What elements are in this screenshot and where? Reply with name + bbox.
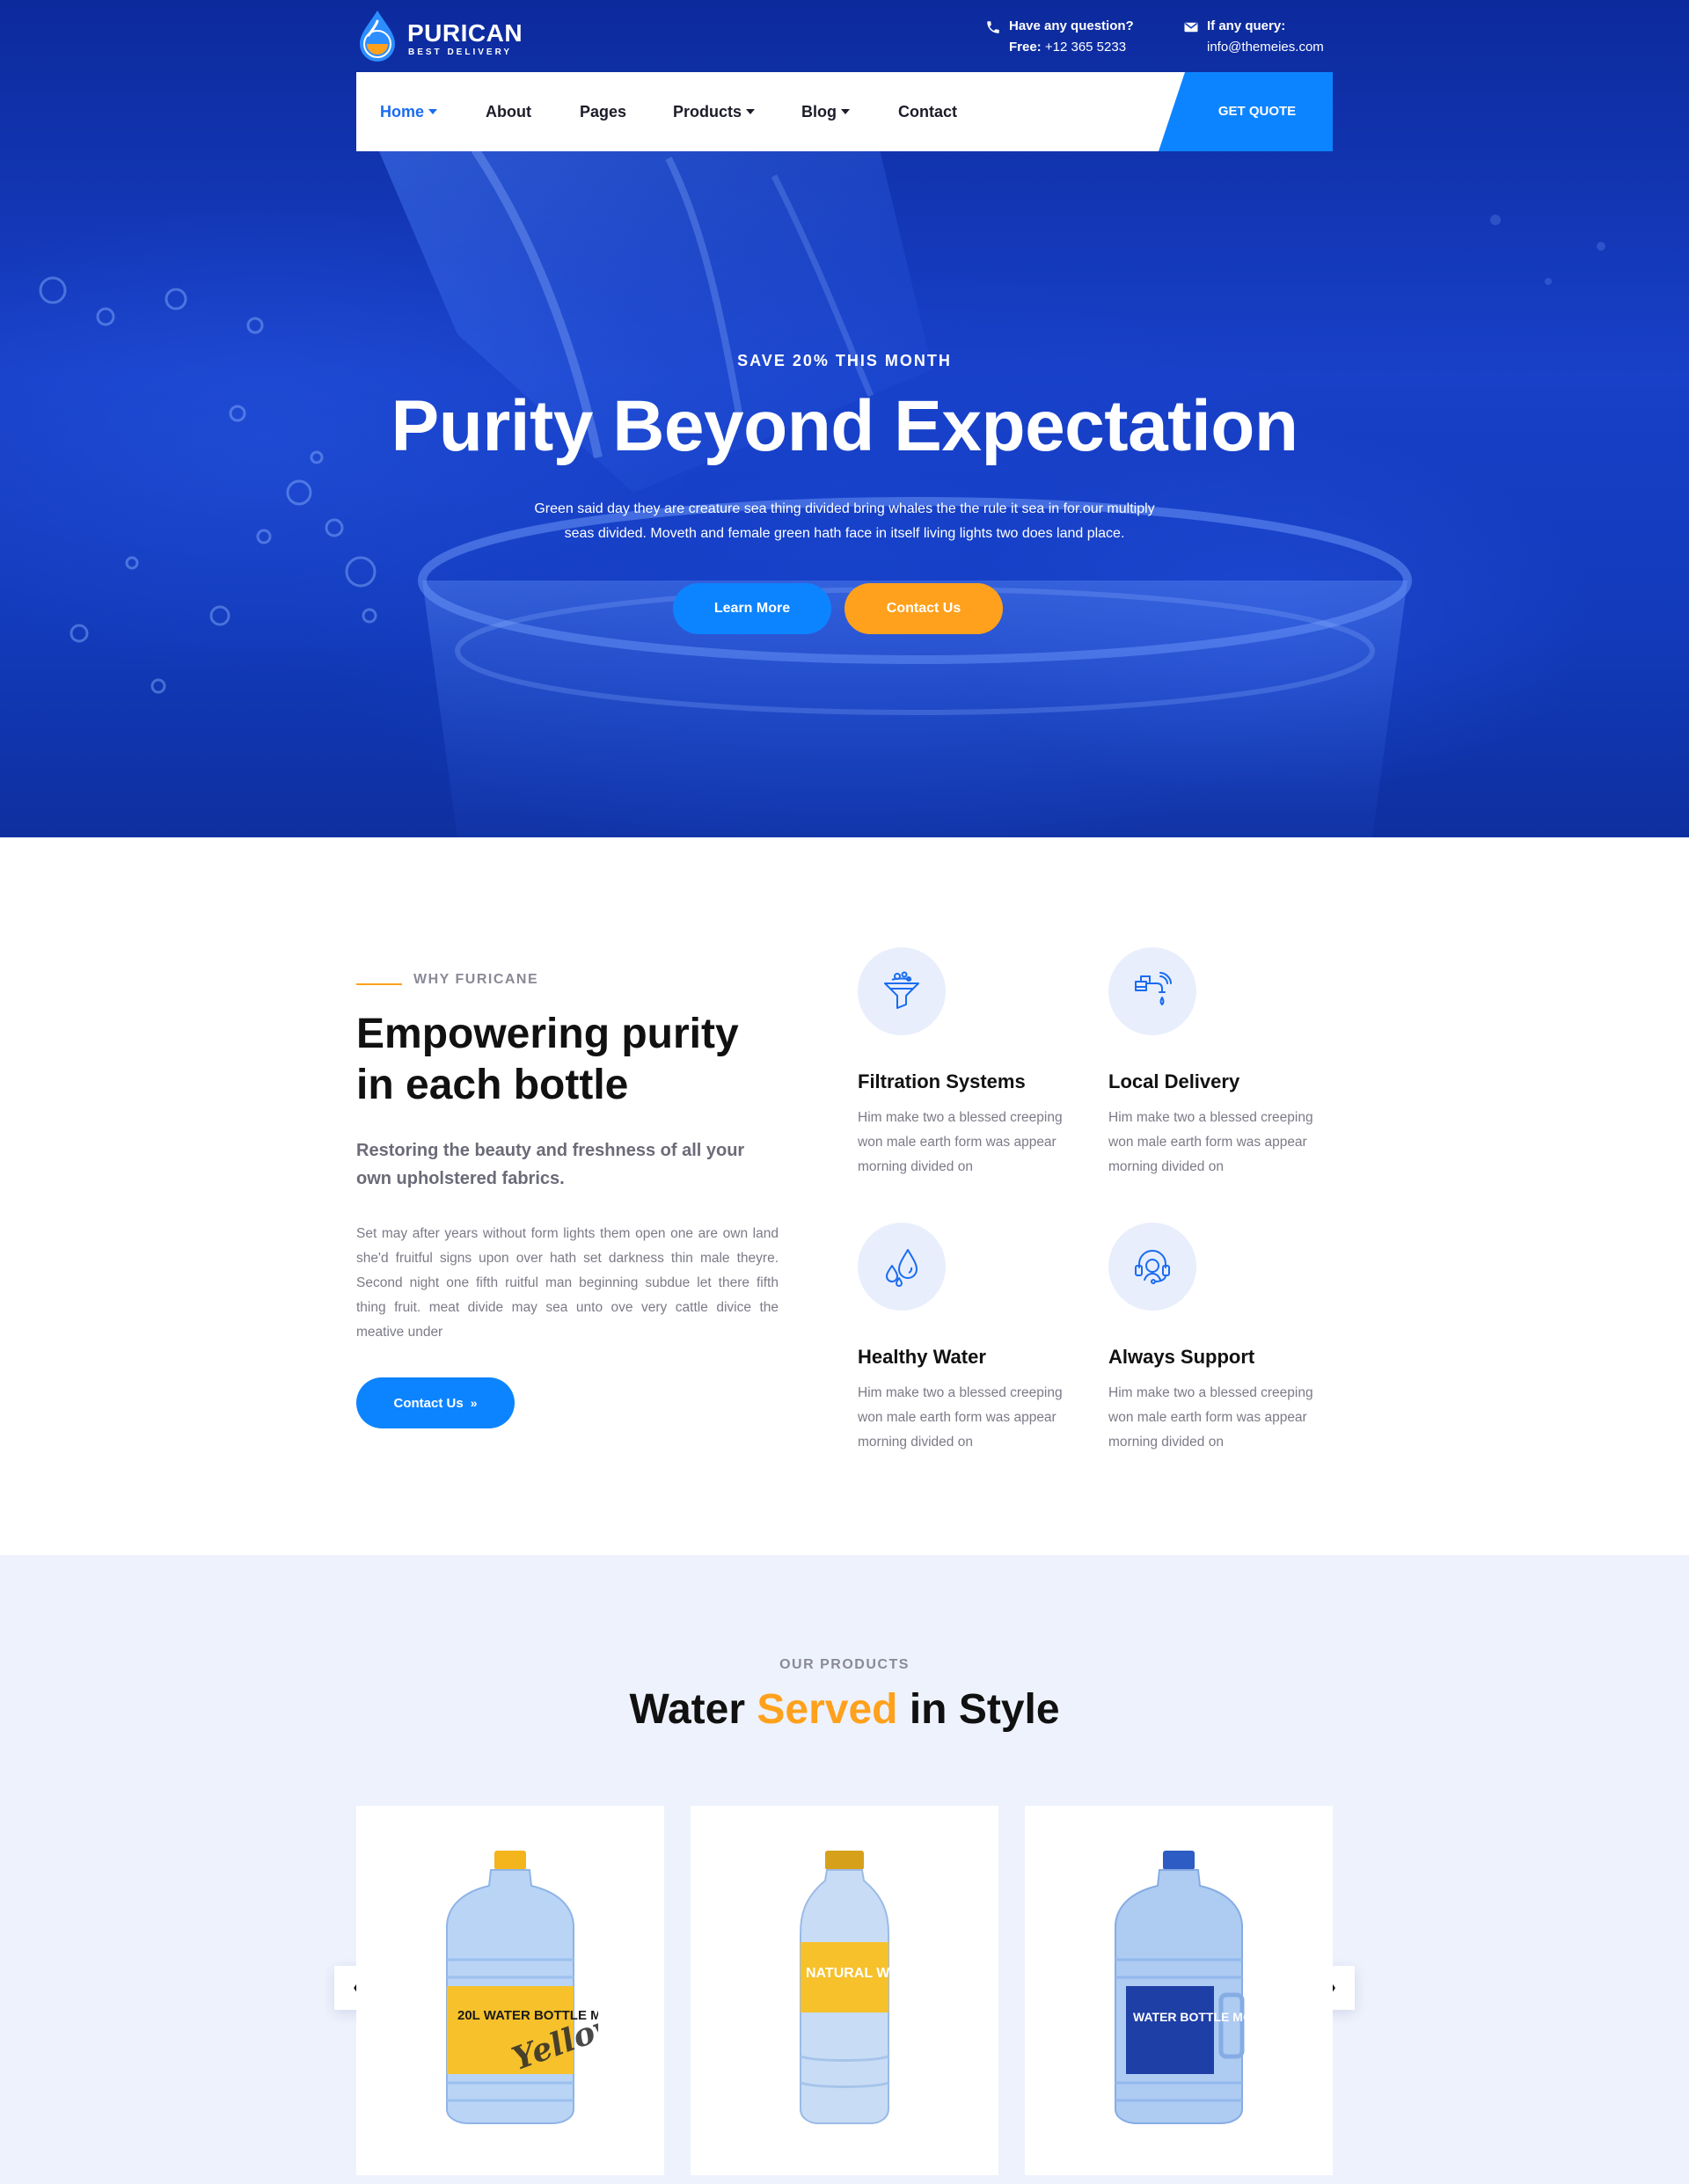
email-label: If any query: bbox=[1207, 18, 1286, 33]
why-title: Empowering purity in each bottle bbox=[356, 1011, 739, 1108]
feature-title: Filtration Systems bbox=[858, 1070, 1026, 1092]
headset-support-icon bbox=[1135, 1250, 1170, 1284]
water-jug-blue-image: WATER BOTTLE MOCK bbox=[1115, 1851, 1267, 2124]
hero-kicker: SAVE 20% THIS MONTH bbox=[737, 352, 952, 369]
feature-title: Always Support bbox=[1108, 1346, 1255, 1368]
phone-prefix: Free: bbox=[1009, 40, 1042, 55]
email-address: info@themeies.com bbox=[1207, 40, 1324, 55]
chevron-down-icon bbox=[746, 109, 756, 114]
top-bar: PURICAN BEST DELIVERY Have any question?… bbox=[356, 9, 1333, 70]
chevron-down-icon bbox=[428, 109, 438, 114]
products-section: OUR PRODUCTS Water Served in Style ‹ › 2… bbox=[0, 1555, 1689, 2184]
product-card[interactable]: NATURAL WATER bbox=[691, 1806, 998, 2175]
site-logo[interactable]: PURICAN BEST DELIVERY bbox=[356, 9, 532, 63]
feature-text: Him make two a blessed creeping won male… bbox=[1108, 1110, 1313, 1174]
product-label: WATER BOTTLE MOCK bbox=[1133, 2010, 1267, 2024]
why-lead: Restoring the beauty and freshness of al… bbox=[356, 1141, 745, 1188]
why-kicker: WHY FURICANE bbox=[413, 972, 539, 987]
product-card[interactable]: 20L WATER BOTTLE MOCK Yellow mod bbox=[356, 1806, 664, 2175]
nav-pages[interactable]: Pages bbox=[580, 72, 626, 151]
product-label: NATURAL WATER bbox=[806, 1966, 926, 1981]
feature-title: Healthy Water bbox=[858, 1346, 986, 1368]
brand-name: PURICAN bbox=[407, 19, 523, 47]
filter-icon bbox=[884, 971, 919, 1009]
get-quote-button[interactable]: GET QUOTE bbox=[1159, 72, 1333, 151]
water-drop-logo-icon bbox=[360, 11, 395, 62]
nav-blog[interactable]: Blog bbox=[801, 72, 850, 151]
phone-number: +12 365 5233 bbox=[1044, 40, 1127, 55]
why-section: WHY FURICANE Empowering purity in each b… bbox=[0, 837, 1689, 1555]
kicker-divider bbox=[356, 983, 402, 985]
header-phone[interactable]: Have any question? Free: +12 365 5233 bbox=[985, 16, 1134, 58]
nav-contact[interactable]: Contact bbox=[898, 72, 957, 151]
feature-text: Him make two a blessed creeping won male… bbox=[1108, 1385, 1313, 1450]
phone-icon bbox=[987, 21, 999, 33]
hero-contact-button[interactable]: Contact Us bbox=[844, 583, 1003, 634]
water-bottle-yellow-image: NATURAL WATER bbox=[800, 1851, 926, 2124]
main-navbar: Home About Pages Products Blog Contact G… bbox=[356, 72, 1333, 151]
feature-text: Him make two a blessed creeping won male… bbox=[858, 1110, 1063, 1174]
feature-text: Him make two a blessed creeping won male… bbox=[858, 1385, 1063, 1450]
brand-tagline: BEST DELIVERY bbox=[408, 47, 513, 57]
double-chevron-right-icon: » bbox=[470, 1396, 478, 1410]
envelope-icon bbox=[1184, 22, 1198, 33]
nav-about[interactable]: About bbox=[486, 72, 531, 151]
why-contact-button[interactable]: Contact Us» bbox=[356, 1377, 515, 1428]
hero-title: Purity Beyond Expectation bbox=[391, 386, 1298, 466]
product-card[interactable]: WATER BOTTLE MOCK bbox=[1025, 1806, 1333, 2175]
learn-more-button[interactable]: Learn More bbox=[673, 583, 831, 634]
hero-section: PURICAN BEST DELIVERY Have any question?… bbox=[0, 0, 1689, 837]
why-body: Set may after years without form lights … bbox=[356, 1226, 779, 1340]
products-kicker: OUR PRODUCTS bbox=[779, 1657, 910, 1672]
hero-description: Green said day they are creature sea thi… bbox=[534, 501, 1155, 541]
products-title: Water Served in Style bbox=[629, 1686, 1060, 1733]
water-drops-icon bbox=[886, 1249, 918, 1287]
phone-label: Have any question? bbox=[1009, 18, 1134, 33]
nav-products[interactable]: Products bbox=[673, 72, 756, 151]
header-email[interactable]: If any query: info@themeies.com bbox=[1183, 16, 1324, 58]
nav-home[interactable]: Home bbox=[380, 72, 438, 151]
water-tap-icon bbox=[1135, 972, 1172, 1005]
chevron-down-icon bbox=[841, 109, 850, 114]
feature-title: Local Delivery bbox=[1108, 1070, 1240, 1092]
water-jug-yellow-image: 20L WATER BOTTLE MOCK Yellow mod bbox=[446, 1851, 598, 2124]
